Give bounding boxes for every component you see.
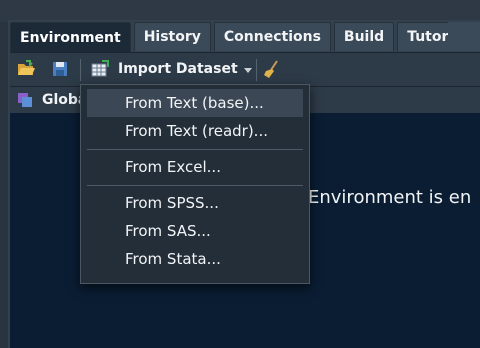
global-environment-icon [18, 93, 32, 107]
menu-item-from-sas[interactable]: From SAS... [87, 217, 303, 245]
tab-label: Connections [223, 29, 321, 45]
tab-environment[interactable]: Environment [10, 22, 131, 52]
import-dataset-button[interactable]: Import Dataset [118, 59, 238, 79]
toolbar-separator [256, 59, 257, 81]
tab-label: History [143, 29, 201, 45]
chevron-down-icon[interactable] [244, 68, 252, 73]
menu-item-from-excel[interactable]: From Excel... [87, 153, 303, 181]
menu-item-from-stata[interactable]: From Stata... [87, 245, 303, 273]
tab-build[interactable]: Build [333, 22, 395, 51]
environment-toolbar: Import Dataset [10, 52, 480, 86]
tab-label: Environment [20, 29, 121, 46]
menu-divider [87, 149, 303, 150]
toolbar-separator [80, 59, 81, 81]
table-import-icon[interactable] [90, 59, 110, 79]
tab-label: Build [343, 29, 385, 45]
menu-item-from-text-base[interactable]: From Text (base)... [87, 89, 303, 117]
folder-open-icon[interactable] [16, 59, 36, 79]
pane-tabs: Environment History Connections Build Tu… [10, 22, 480, 52]
tab-connections[interactable]: Connections [213, 22, 331, 51]
import-dataset-menu: From Text (base)... From Text (readr)...… [80, 84, 310, 284]
menu-item-from-spss[interactable]: From SPSS... [87, 189, 303, 217]
menu-divider [87, 185, 303, 186]
tab-strip-fill [448, 22, 480, 51]
broom-icon[interactable] [262, 59, 282, 79]
save-disk-icon[interactable] [50, 59, 70, 79]
tab-history[interactable]: History [133, 22, 211, 51]
top-strip [0, 0, 480, 22]
empty-environment-message: Environment is en [308, 187, 472, 208]
menu-item-from-text-readr[interactable]: From Text (readr)... [87, 117, 303, 145]
